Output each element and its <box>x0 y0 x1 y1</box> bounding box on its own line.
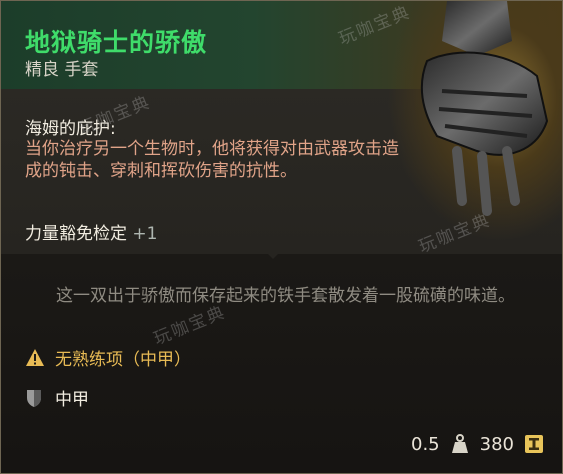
proficiency-text: 无熟练项（中甲） <box>55 350 191 370</box>
gold-coin-icon <box>525 435 543 453</box>
item-footer: 0.5 380 <box>411 433 544 455</box>
ability-name: 海姆的庇护: <box>25 119 116 139</box>
item-name: 地狱骑士的骄傲 <box>25 28 208 57</box>
flavor-text: 这一双出于骄傲而保存起来的铁手套散发着一股硫磺的味道。 <box>56 286 515 306</box>
weight-icon <box>451 434 468 453</box>
warning-icon <box>26 348 44 366</box>
armor-type-text: 中甲 <box>55 390 89 410</box>
saving-throw-bonus: 力量豁免检定 +1 <box>25 219 157 244</box>
item-weight: 0.5 <box>411 433 440 455</box>
item-tooltip: 地狱骑士的骄傲 精良 手套 海姆的庇护: 当你治疗另一个生物时，他将获得对由武器… <box>0 0 563 474</box>
shield-icon <box>27 389 41 407</box>
armor-type-row: 中甲 <box>25 385 89 410</box>
proficiency-row: 无熟练项（中甲） <box>25 345 191 370</box>
saving-throw-label: 力量豁免检定 <box>25 224 127 244</box>
item-rarity-type: 精良 手套 <box>25 60 99 80</box>
item-artwork-gauntlets <box>387 1 562 241</box>
item-value: 380 <box>479 433 514 455</box>
panel-notch <box>259 245 287 259</box>
ability-description: 当你治疗另一个生物时，他将获得对由武器攻击造成的钝击、穿刺和挥砍伤害的抗性。 <box>25 139 399 181</box>
saving-throw-value: +1 <box>132 224 158 244</box>
